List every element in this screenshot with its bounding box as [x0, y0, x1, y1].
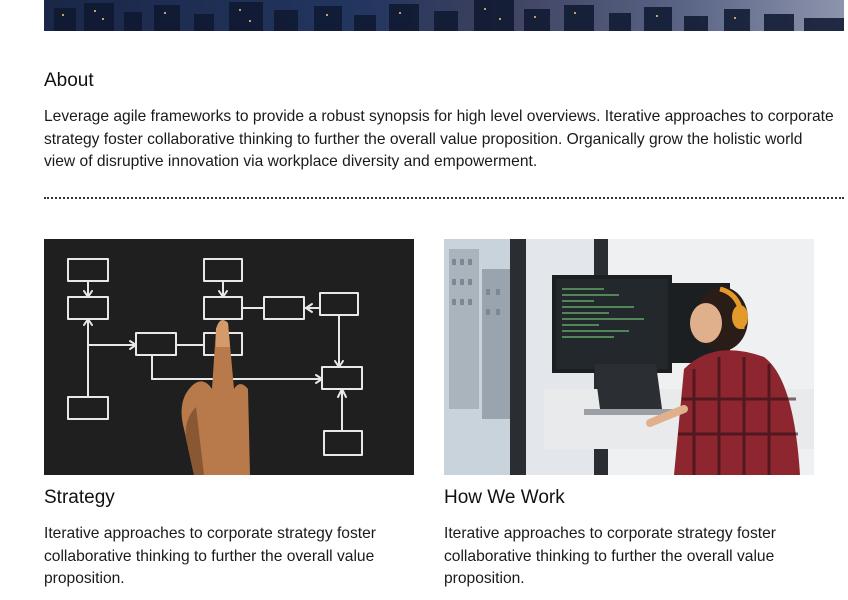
section-divider	[44, 197, 844, 199]
card-strategy: Strategy Iterative approaches to corpora…	[44, 239, 414, 591]
developer-at-desk-image	[444, 239, 814, 475]
page: About Leverage agile frameworks to provi…	[0, 0, 848, 600]
about-paragraph: Leverage agile frameworks to provide a r…	[44, 108, 834, 170]
card-title-strategy: Strategy	[44, 487, 115, 508]
hero-banner-image	[44, 0, 844, 31]
card-text-strategy: Iterative approaches to corporate strate…	[44, 525, 376, 587]
card-title-how-we-work: How We Work	[444, 487, 565, 508]
card-how-we-work: How We Work Iterative approaches to corp…	[444, 239, 814, 591]
flowchart-chalkboard-image	[44, 239, 414, 475]
card-text-how-we-work: Iterative approaches to corporate strate…	[444, 525, 776, 587]
about-heading: About	[44, 70, 94, 91]
